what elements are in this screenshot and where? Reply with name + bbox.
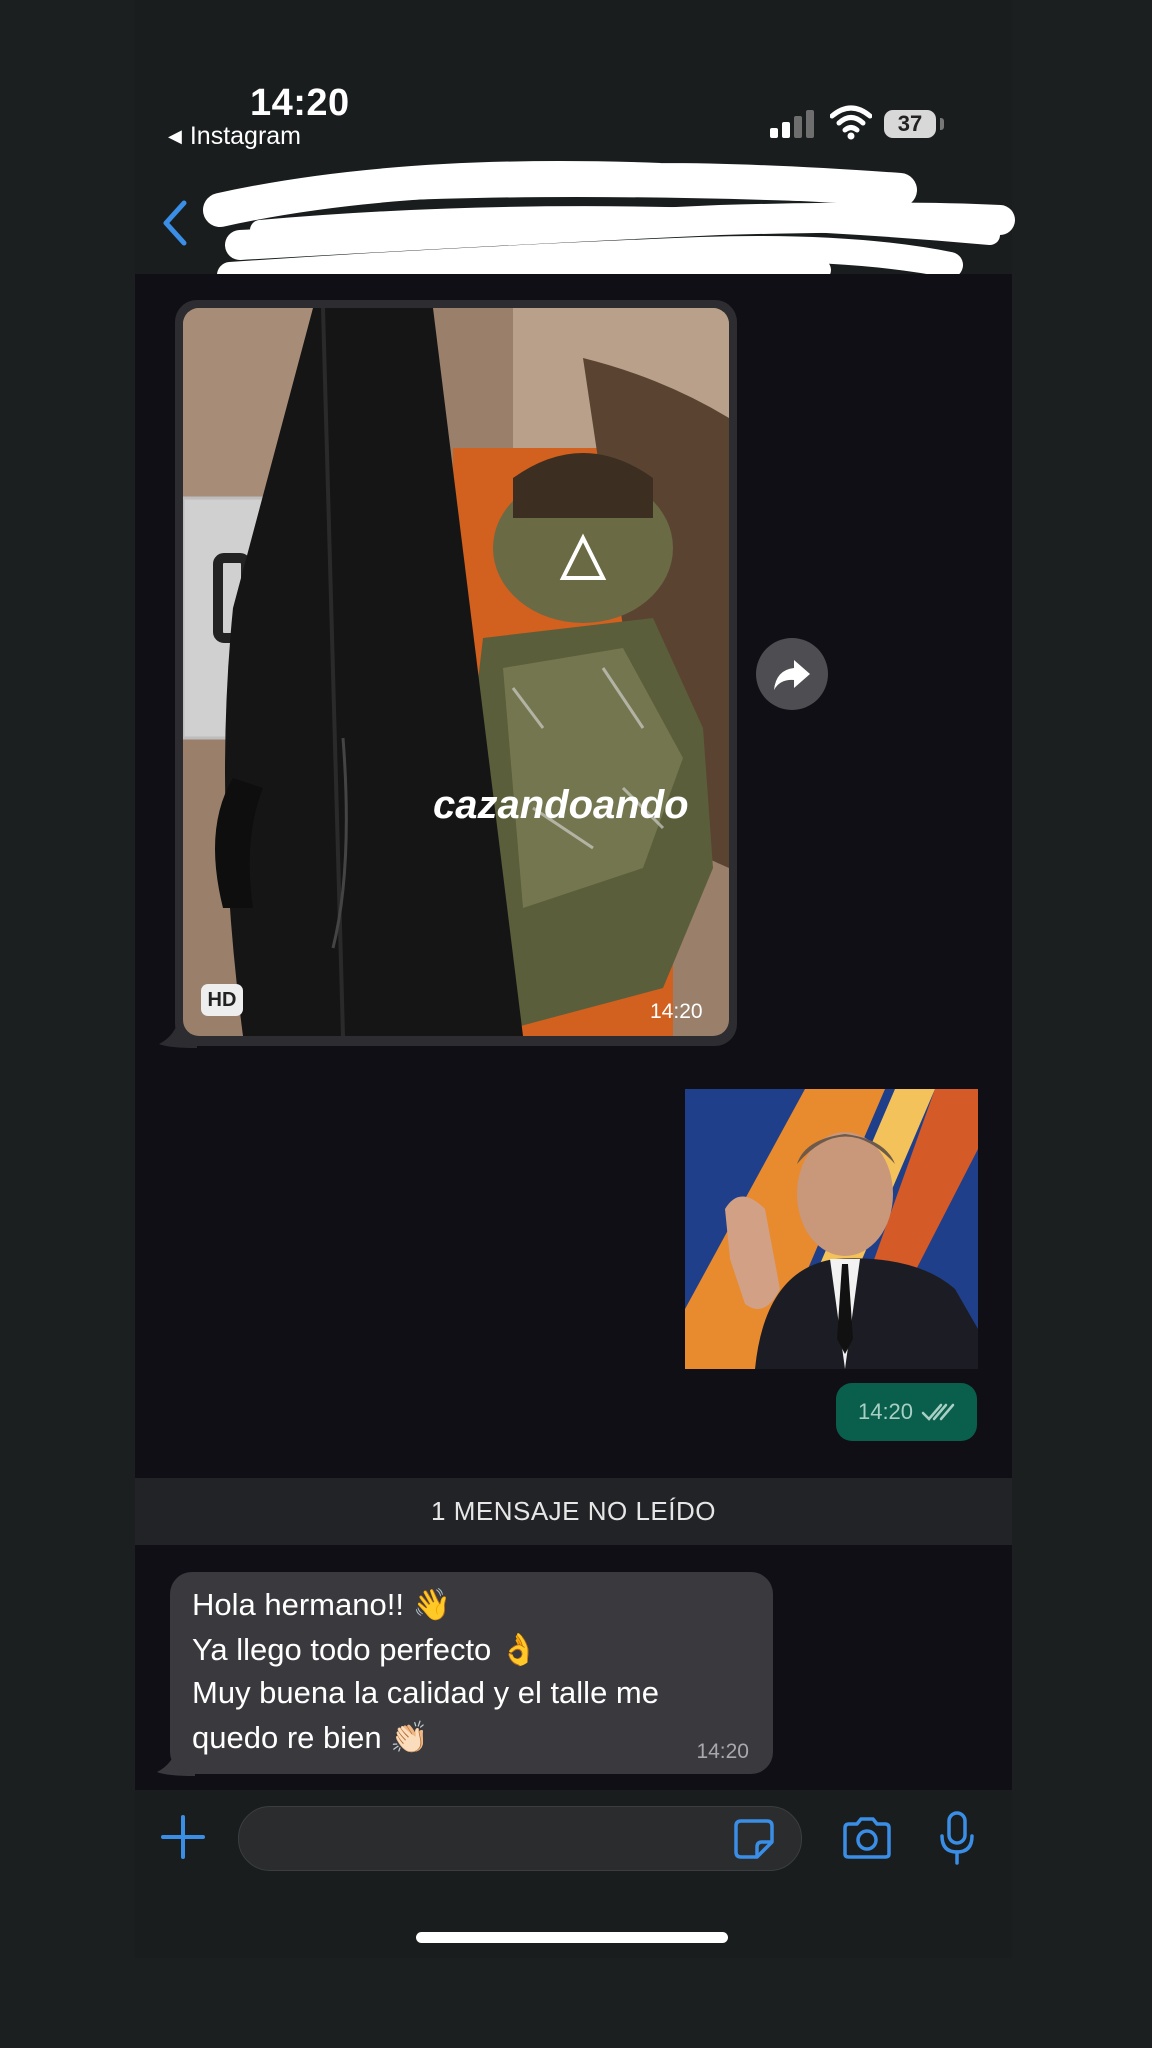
message-line: Hola hermano!! 👋 [192,1587,452,1622]
unread-messages-divider: 1 MENSAJE NO LEÍDO [135,1478,1012,1545]
home-indicator[interactable] [416,1932,728,1943]
sticker-illustration [685,1089,978,1369]
double-check-icon [921,1403,955,1421]
battery-nub [940,118,944,130]
image-message-bubble[interactable]: cazandoando [175,300,737,1046]
message-line: Ya llego todo perfecto 👌 [192,1632,539,1667]
image-message-time: 14:20 [650,1000,703,1023]
forward-arrow-icon [774,660,810,690]
cellular-signal-icon [770,108,814,138]
wifi-icon [830,105,872,140]
forward-button[interactable] [756,638,828,710]
sticker-icon[interactable] [733,1818,775,1860]
shirt-print-text: cazandoando [433,783,689,827]
battery-level: 37 [884,110,936,138]
hd-badge: HD [201,984,243,1016]
message-line: quedo re bien 👏🏻 [192,1720,429,1755]
sent-message-time-bubble: 14:20 [836,1383,977,1441]
received-message-time: 14:20 [696,1740,749,1763]
received-text-message-bubble[interactable]: Hola hermano!! 👋 Ya llego todo perfecto … [170,1572,773,1774]
back-chevron-icon[interactable] [160,198,190,248]
message-line: Muy buena la calidad y el talle me [192,1675,659,1710]
sticker-image[interactable] [685,1089,978,1369]
back-triangle-icon: ◀ [168,126,182,146]
status-time: 14:20 [250,82,350,124]
photo-illustration: cazandoando [183,308,729,1036]
camera-icon[interactable] [841,1816,893,1860]
microphone-icon[interactable] [937,1810,977,1866]
back-app-label: Instagram [189,122,302,150]
message-text-input[interactable] [238,1806,802,1871]
photo-guitar-case-camo-shirt[interactable]: cazandoando [183,308,729,1036]
back-to-app-link[interactable]: ◀ Instagram [168,122,301,151]
sent-message-time: 14:20 [857,1399,914,1424]
plus-icon[interactable] [160,1814,206,1860]
